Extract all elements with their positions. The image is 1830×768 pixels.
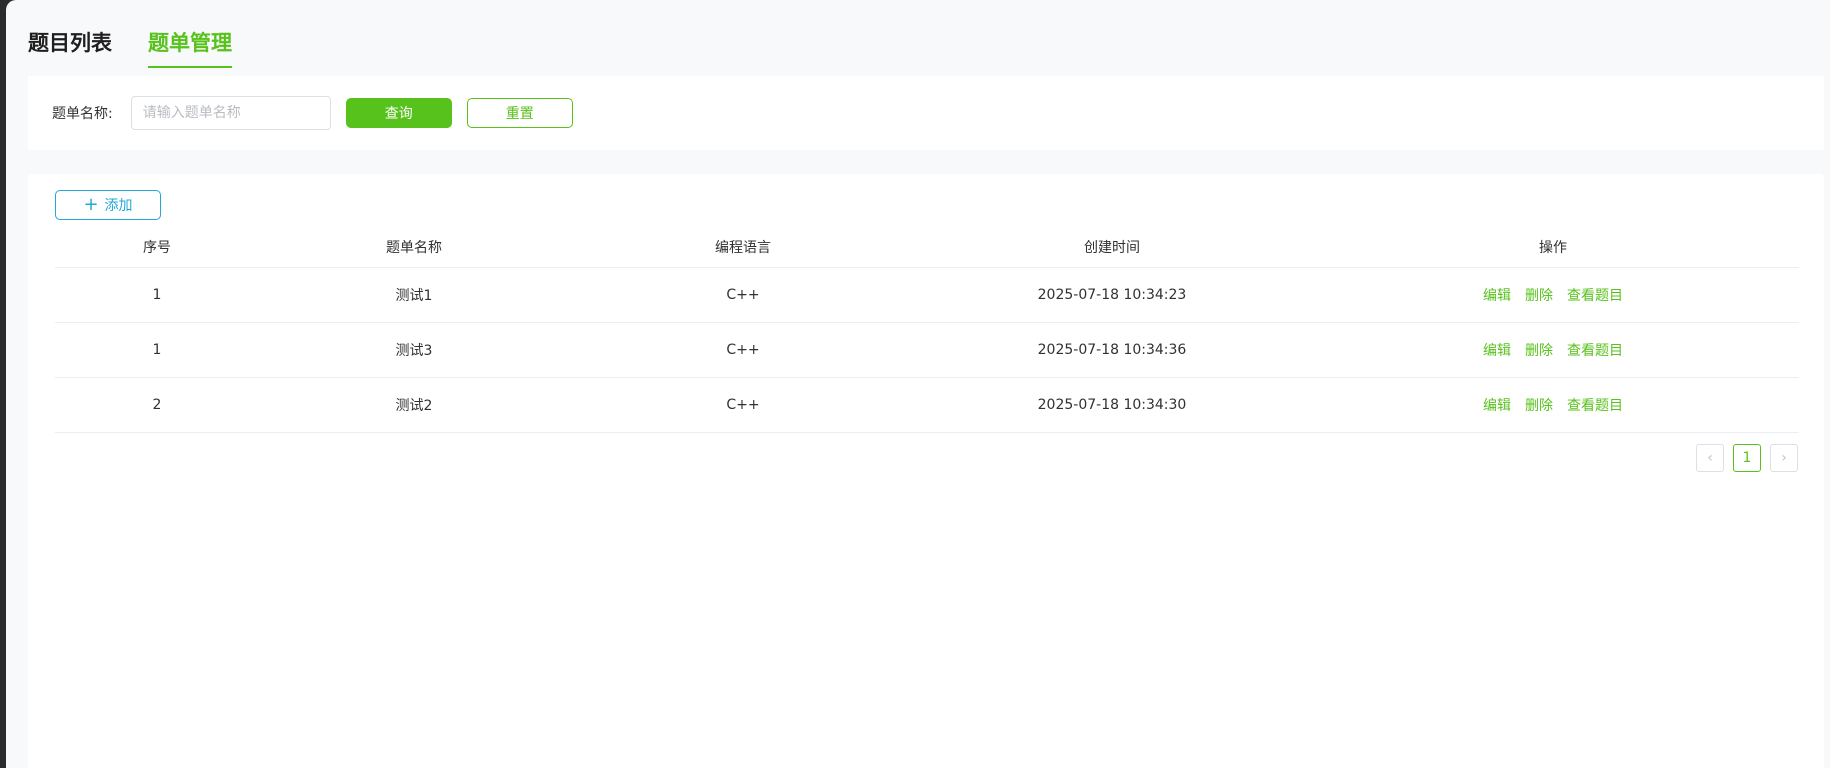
delete-link[interactable]: 删除 — [1525, 395, 1553, 415]
cell-language: C++ — [726, 342, 760, 358]
prev-page-button[interactable]: ‹ — [1696, 444, 1724, 472]
delete-link[interactable]: 删除 — [1525, 285, 1553, 305]
column-header-actions: 操作 — [1539, 239, 1567, 256]
chevron-right-icon: › — [1781, 450, 1787, 466]
cell-actions: 编辑 删除 查看题目 — [1307, 285, 1799, 305]
view-questions-link[interactable]: 查看题目 — [1567, 340, 1623, 360]
tab-question-list[interactable]: 题目列表 — [28, 28, 112, 66]
query-button[interactable]: 查询 — [345, 98, 452, 128]
table-header: 序号 题单名称 编程语言 创建时间 操作 — [55, 226, 1799, 268]
reset-button[interactable]: 重置 — [466, 98, 573, 128]
cell-language: C++ — [726, 397, 760, 413]
page-number-button[interactable]: 1 — [1733, 444, 1761, 472]
column-header-language: 编程语言 — [715, 239, 771, 256]
search-label: 题单名称: — [52, 106, 113, 122]
cell-created: 2025-07-18 10:34:23 — [1037, 287, 1187, 303]
cell-index: 1 — [152, 342, 162, 358]
table-row: 1 测试3 C++ 2025-07-18 10:34:36 编辑 删除 查看题目 — [55, 323, 1799, 378]
edit-link[interactable]: 编辑 — [1483, 395, 1511, 415]
column-header-name: 题单名称 — [386, 239, 442, 256]
cell-actions: 编辑 删除 查看题目 — [1307, 395, 1799, 415]
cell-created: 2025-07-18 10:34:30 — [1037, 397, 1187, 413]
plus-icon: + — [83, 194, 99, 215]
app-window: 题目列表 题单管理 题单名称: 查询 重置 + 添加 序号 题单名称 编程语言 … — [6, 0, 1830, 768]
cell-index: 2 — [152, 397, 162, 413]
column-header-created: 创建时间 — [1084, 239, 1140, 256]
add-button-label: 添加 — [104, 198, 133, 214]
search-panel: 题单名称: 查询 重置 — [28, 76, 1824, 150]
delete-link[interactable]: 删除 — [1525, 340, 1553, 360]
cell-actions: 编辑 删除 查看题目 — [1307, 340, 1799, 360]
tab-question-set-management[interactable]: 题单管理 — [148, 28, 232, 68]
question-set-table: 序号 题单名称 编程语言 创建时间 操作 1 测试1 C++ 2025-07-1… — [55, 226, 1799, 433]
next-page-button[interactable]: › — [1770, 444, 1798, 472]
page-tabs: 题目列表 题单管理 — [28, 28, 268, 68]
cell-name: 测试2 — [395, 398, 433, 414]
view-questions-link[interactable]: 查看题目 — [1567, 395, 1623, 415]
cell-name: 测试3 — [395, 343, 433, 359]
cell-name: 测试1 — [395, 288, 433, 304]
column-header-index: 序号 — [143, 239, 171, 256]
edit-link[interactable]: 编辑 — [1483, 340, 1511, 360]
cell-language: C++ — [726, 287, 760, 303]
cell-created: 2025-07-18 10:34:36 — [1037, 342, 1187, 358]
table-panel: + 添加 序号 题单名称 编程语言 创建时间 操作 1 测试1 C++ 2025… — [28, 174, 1824, 768]
table-row: 2 测试2 C++ 2025-07-18 10:34:30 编辑 删除 查看题目 — [55, 378, 1799, 433]
cell-index: 1 — [152, 287, 162, 303]
pagination: ‹ 1 › — [1696, 444, 1798, 472]
chevron-left-icon: ‹ — [1707, 450, 1713, 466]
edit-link[interactable]: 编辑 — [1483, 285, 1511, 305]
search-input[interactable] — [130, 96, 331, 130]
table-row: 1 测试1 C++ 2025-07-18 10:34:23 编辑 删除 查看题目 — [55, 268, 1799, 323]
add-button[interactable]: + 添加 — [55, 190, 161, 220]
view-questions-link[interactable]: 查看题目 — [1567, 285, 1623, 305]
